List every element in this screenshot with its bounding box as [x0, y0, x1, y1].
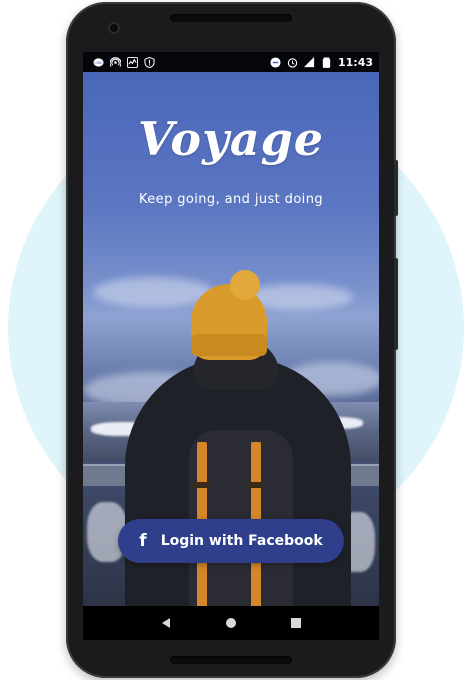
shield-alert-icon: [144, 56, 155, 68]
phone-screen: LINE 11:43 Voyage Keep going, and just d…: [83, 52, 379, 640]
volume-button: [394, 258, 398, 350]
power-button: [394, 160, 398, 216]
status-bar: LINE 11:43: [83, 52, 379, 72]
login-with-facebook-button[interactable]: f Login with Facebook: [118, 519, 344, 563]
home-icon[interactable]: [221, 613, 241, 633]
svg-text:LINE: LINE: [94, 60, 103, 64]
top-speaker: [170, 14, 292, 22]
recents-icon[interactable]: [286, 613, 306, 633]
signal-icon: [303, 56, 315, 68]
battery-icon: [321, 56, 332, 68]
navigation-bar: [83, 606, 379, 640]
back-icon[interactable]: [156, 613, 176, 633]
status-time: 11:43: [337, 55, 373, 69]
login-button-label: Login with Facebook: [160, 533, 323, 549]
app-tagline: Keep going, and just doing: [139, 192, 323, 207]
bottom-speaker: [170, 656, 292, 664]
facebook-icon: f: [139, 531, 147, 551]
line-app-icon: LINE: [93, 57, 104, 68]
hotspot-icon: [110, 56, 121, 68]
do-not-disturb-icon: [270, 56, 281, 68]
front-camera: [108, 22, 120, 34]
activity-icon: [127, 56, 138, 68]
alarm-icon: [287, 57, 298, 68]
app-title: Voyage: [137, 112, 325, 166]
